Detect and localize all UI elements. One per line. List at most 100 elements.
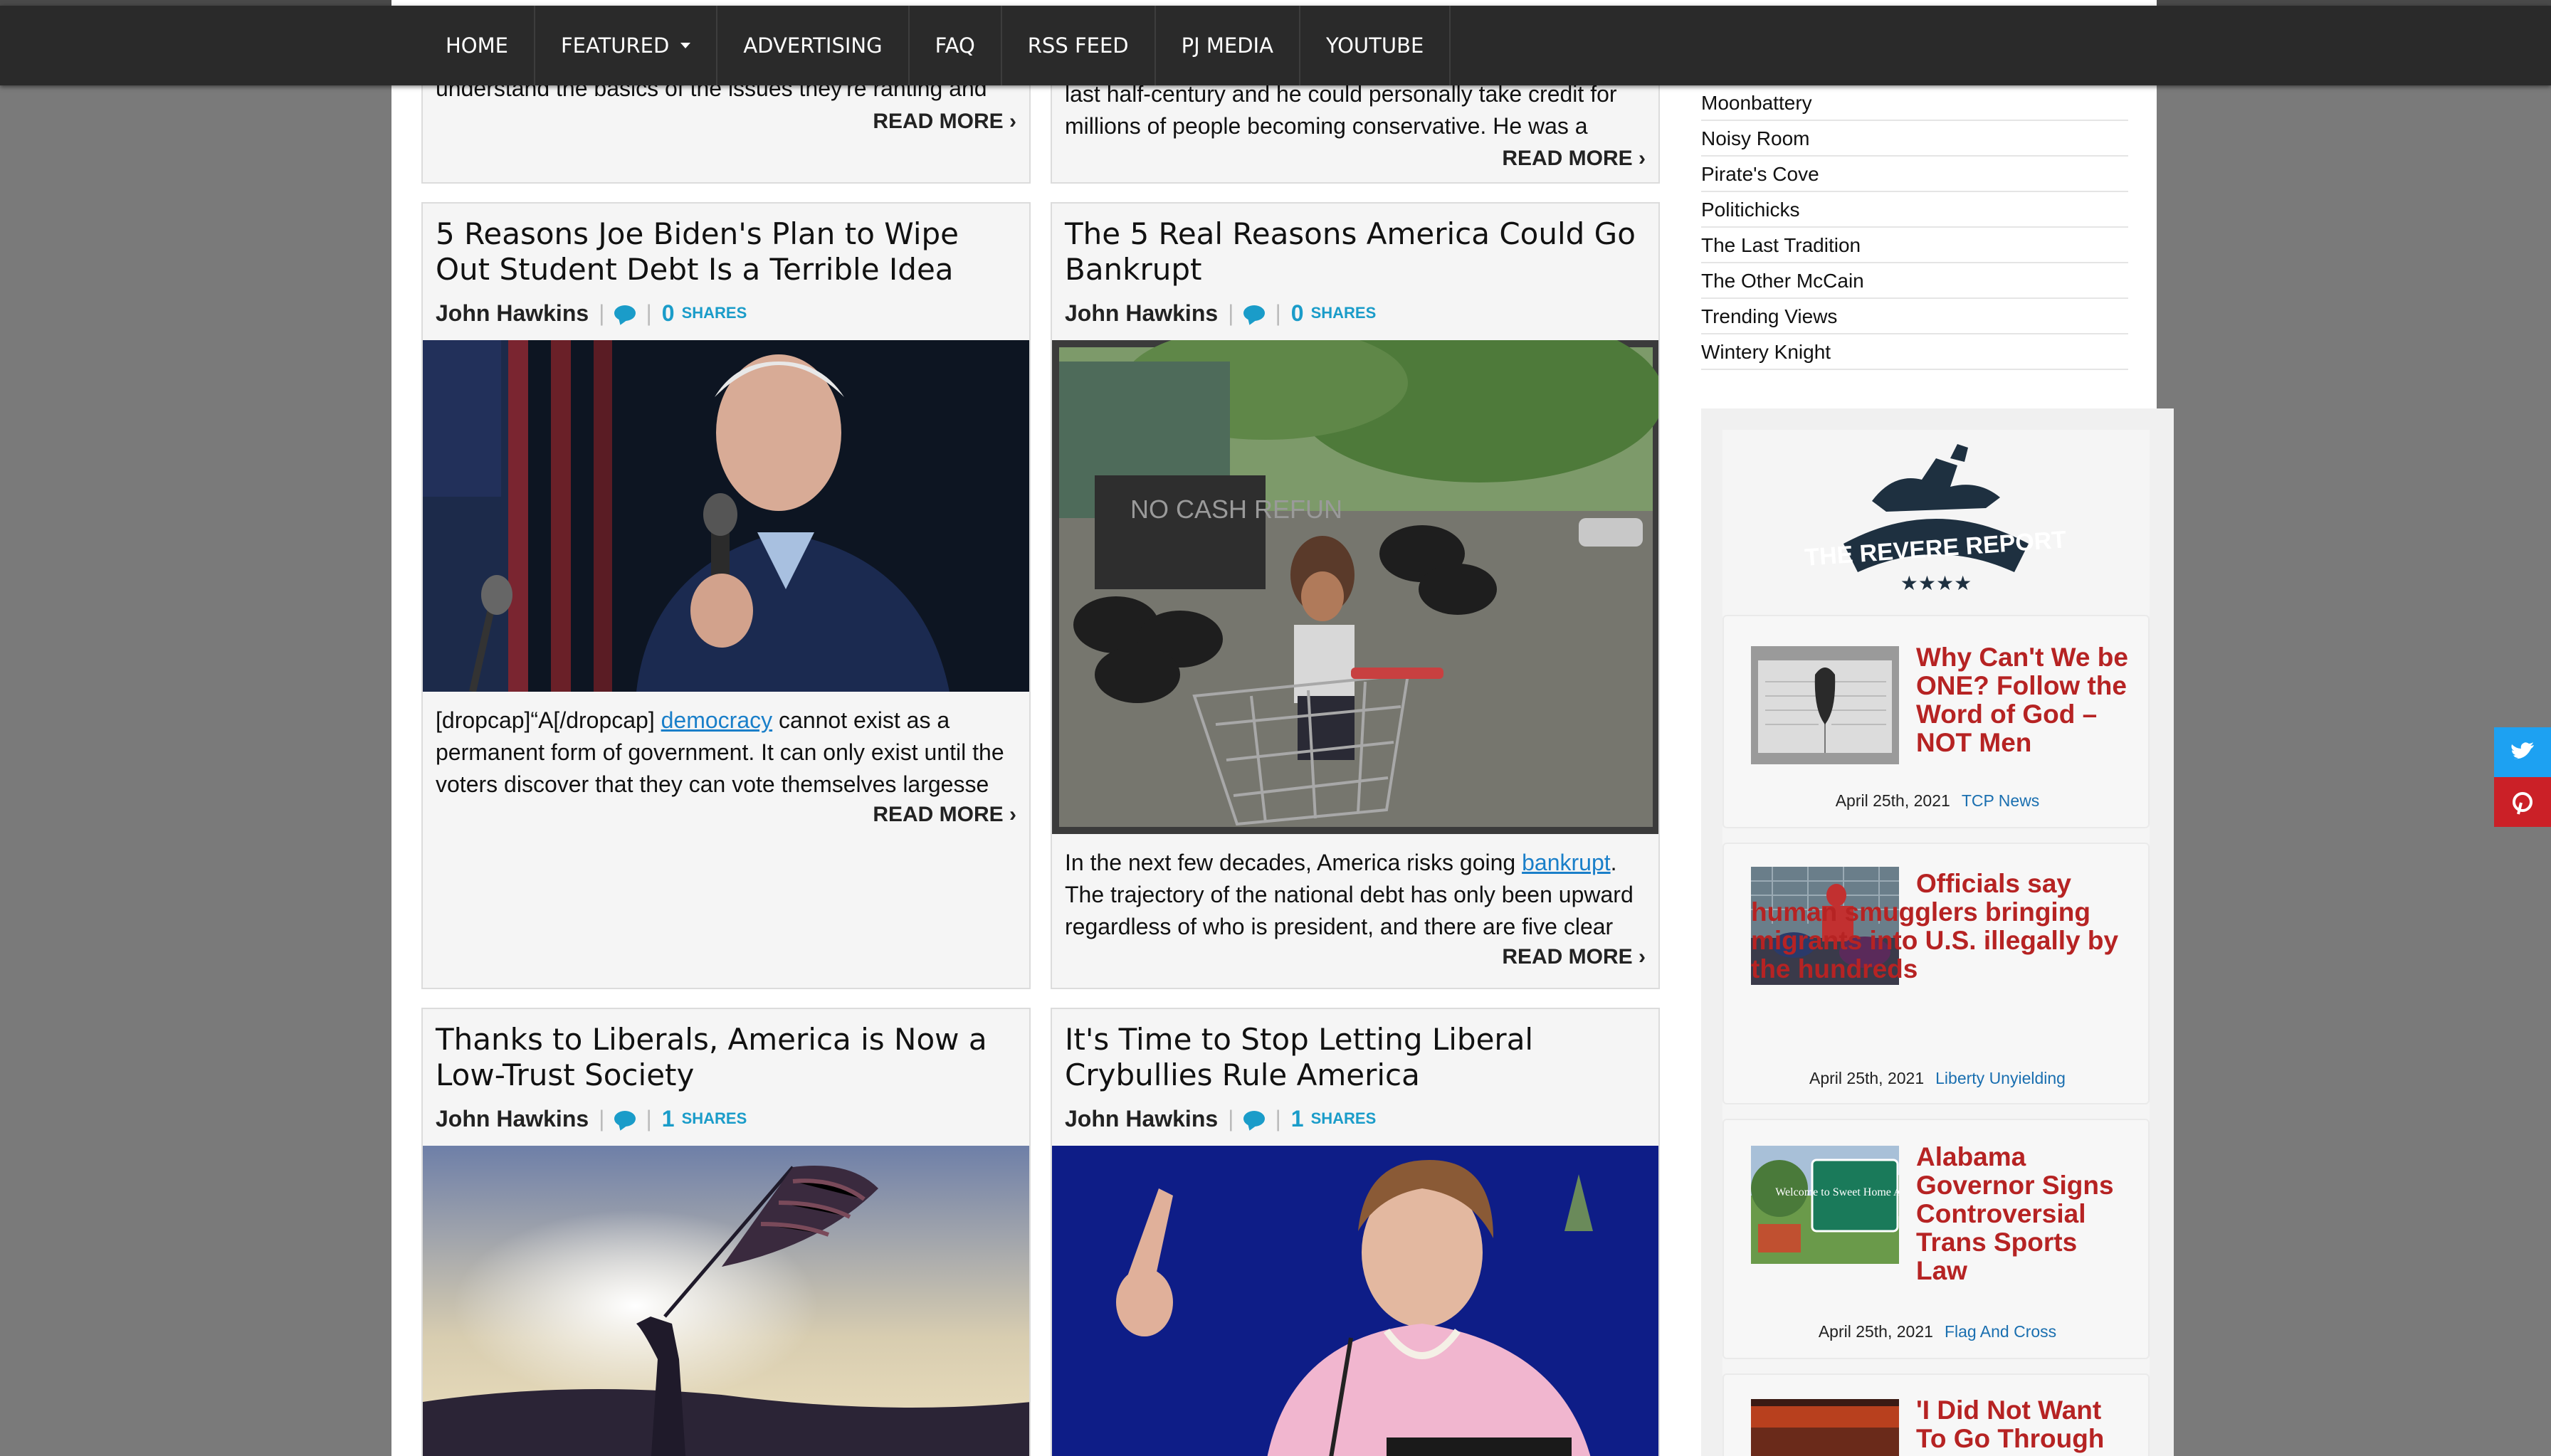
news-thumb-alabama[interactable]: Welcome to Sweet Home Alabama	[1751, 1146, 1899, 1264]
page-content: understand the basics of the issues they…	[391, 0, 2174, 1456]
nav-item-label: ADVERTISING	[743, 33, 883, 58]
post-card: The 5 Real Reasons America Could Go Bank…	[1051, 202, 1660, 989]
news-meta: April 25th, 2021 TCP News	[1724, 791, 2151, 811]
post-excerpt: In the next few decades, America risks g…	[1065, 847, 1656, 943]
news-item: Officials say human smugglers bringing m…	[1722, 843, 2150, 1104]
post-image-biden[interactable]	[423, 340, 1031, 692]
nav-item-label: FAQ	[935, 33, 975, 58]
shares-label: SHARES	[1310, 304, 1377, 322]
post-author-link[interactable]: John Hawkins	[436, 300, 589, 327]
twitter-icon	[2511, 742, 2534, 759]
share-count: 0	[1290, 300, 1304, 326]
news-source-link[interactable]: TCP News	[1962, 791, 2040, 810]
meta-separator: |	[646, 300, 652, 326]
thumb-sign-text: Welcome to Sweet Home Alabama	[1775, 1186, 1899, 1198]
post-author-link[interactable]: John Hawkins	[436, 1106, 589, 1132]
pinterest-icon	[2513, 792, 2532, 815]
post-excerpt: [dropcap]“A[/dropcap] democracy cannot e…	[436, 705, 1026, 801]
nav-item-label: PJ MEDIA	[1181, 33, 1273, 58]
revere-report-panel: THE REVERE REPORT ★★★★ Why Can't We be O…	[1722, 430, 2150, 1456]
post-author-link[interactable]: John Hawkins	[1065, 1106, 1218, 1132]
post-meta: John Hawkins | | 0 SHARES	[436, 299, 747, 327]
news-date: April 25th, 2021	[1818, 1322, 1933, 1341]
post-card: 5 Reasons Joe Biden's Plan to Wipe Out S…	[421, 202, 1031, 989]
post-image-bankrupt[interactable]: NO CASH REFUN	[1052, 340, 1660, 834]
meta-separator: |	[599, 1105, 605, 1131]
news-headline-link[interactable]: Officials say human smugglers bringing m…	[1751, 870, 2135, 983]
sidebar-link[interactable]: Trending Views	[1701, 299, 2128, 334]
post-author-link[interactable]: John Hawkins	[1065, 300, 1218, 327]
news-thumb-bible[interactable]	[1751, 646, 1899, 764]
twitter-share-button[interactable]	[2494, 727, 2551, 777]
main-navigation-bar: HOME FEATURED ADVERTISING FAQ RSS FEED P…	[0, 6, 2551, 85]
meta-separator: |	[1275, 1105, 1281, 1131]
nav-item-faq[interactable]: FAQ	[910, 6, 1002, 85]
news-headline-link[interactable]: Alabama Governor Signs Controversial Tra…	[1916, 1143, 2130, 1285]
sidebar-link[interactable]: The Other McCain	[1701, 263, 2128, 299]
post-excerpt-line: millions of people becoming conservative…	[1065, 113, 1588, 139]
news-meta: April 25th, 2021 Liberty Unyielding	[1724, 1069, 2151, 1088]
sidebar-link[interactable]: Moonbattery	[1701, 85, 2128, 121]
pinterest-share-button[interactable]	[2494, 777, 2551, 827]
post-title-link[interactable]: 5 Reasons Joe Biden's Plan to Wipe Out S…	[436, 216, 1019, 287]
sidebar-link[interactable]: Noisy Room	[1701, 121, 2128, 157]
share-count: 1	[1290, 1105, 1304, 1131]
sidebar-link[interactable]: Pirate's Cove	[1701, 157, 2128, 192]
image-sign-text: NO CASH REFUN	[1130, 495, 1342, 524]
nav-item-label: FEATURED	[560, 33, 670, 58]
news-date: April 25th, 2021	[1809, 1069, 1925, 1087]
comment-bubble-icon[interactable]	[614, 1111, 636, 1127]
read-more-link[interactable]: READ MORE	[873, 803, 1016, 827]
news-meta: April 25th, 2021 Flag And Cross	[1724, 1322, 2151, 1341]
nav-item-home[interactable]: HOME	[420, 6, 535, 85]
revere-report-logo[interactable]: THE REVERE REPORT ★★★★	[1722, 430, 2150, 601]
nav-item-label: HOME	[446, 33, 508, 58]
news-thumb-fire[interactable]	[1751, 1399, 1899, 1456]
shares-label: SHARES	[681, 1109, 747, 1127]
post-meta: John Hawkins | | 1 SHARES	[436, 1104, 747, 1133]
nav-menu: HOME FEATURED ADVERTISING FAQ RSS FEED P…	[420, 6, 1451, 85]
logo-stars: ★★★★	[1900, 571, 1972, 595]
chevron-down-icon	[680, 43, 691, 48]
sidebar-link[interactable]: Politichicks	[1701, 192, 2128, 228]
post-card: Thanks to Liberals, America is Now a Low…	[421, 1008, 1031, 1456]
post-meta: John Hawkins | | 0 SHARES	[1065, 299, 1376, 327]
post-title-link[interactable]: The 5 Real Reasons America Could Go Bank…	[1065, 216, 1648, 287]
news-headline-link[interactable]: Why Can't We be ONE? Follow the Word of …	[1916, 643, 2130, 757]
meta-separator: |	[1228, 300, 1234, 326]
news-headline-link[interactable]: 'I Did Not Want To Go Through	[1916, 1396, 2130, 1453]
meta-separator: |	[1228, 1105, 1234, 1131]
meta-separator: |	[646, 1105, 652, 1131]
meta-separator: |	[599, 300, 605, 326]
news-source-link[interactable]: Flag And Cross	[1945, 1322, 2056, 1341]
meta-separator: |	[1275, 300, 1281, 326]
comment-bubble-icon[interactable]	[1243, 305, 1266, 321]
sidebar-link[interactable]: The Last Tradition	[1701, 228, 2128, 263]
post-title-link[interactable]: Thanks to Liberals, America is Now a Low…	[436, 1022, 1019, 1093]
shares-label: SHARES	[681, 304, 747, 322]
news-date: April 25th, 2021	[1835, 791, 1950, 810]
nav-item-advertising[interactable]: ADVERTISING	[717, 6, 910, 85]
comment-bubble-icon[interactable]	[614, 305, 636, 321]
read-more-link[interactable]: READ MORE	[1502, 945, 1646, 969]
news-source-link[interactable]: Liberty Unyielding	[1935, 1069, 2066, 1087]
nav-item-rss-feed[interactable]: RSS FEED	[1002, 6, 1156, 85]
revere-report-widget: THE REVERE REPORT ★★★★ Why Can't We be O…	[1701, 408, 2174, 1456]
read-more-link[interactable]: READ MORE	[873, 110, 1016, 134]
nav-item-pj-media[interactable]: PJ MEDIA	[1156, 6, 1300, 85]
news-item: Why Can't We be ONE? Follow the Word of …	[1722, 615, 2150, 828]
share-count: 1	[661, 1105, 675, 1131]
post-title-link[interactable]: It's Time to Stop Letting Liberal Crybul…	[1065, 1022, 1648, 1093]
post-meta: John Hawkins | | 1 SHARES	[1065, 1104, 1376, 1133]
nav-item-youtube[interactable]: YOUTUBE	[1300, 6, 1451, 85]
excerpt-link[interactable]: bankrupt	[1522, 850, 1611, 875]
sidebar-link[interactable]: Wintery Knight	[1701, 334, 2128, 370]
post-image-flag[interactable]	[423, 1146, 1031, 1456]
post-card: It's Time to Stop Letting Liberal Crybul…	[1051, 1008, 1660, 1456]
excerpt-link[interactable]: democracy	[661, 707, 773, 733]
read-more-link[interactable]: READ MORE	[1502, 147, 1646, 171]
post-image-pelosi[interactable]	[1052, 1146, 1660, 1456]
nav-item-featured[interactable]: FEATURED	[535, 6, 718, 85]
comment-bubble-icon[interactable]	[1243, 1111, 1266, 1127]
sidebar-blogroll: Moonbattery Noisy Room Pirate's Cove Pol…	[1701, 85, 2128, 370]
